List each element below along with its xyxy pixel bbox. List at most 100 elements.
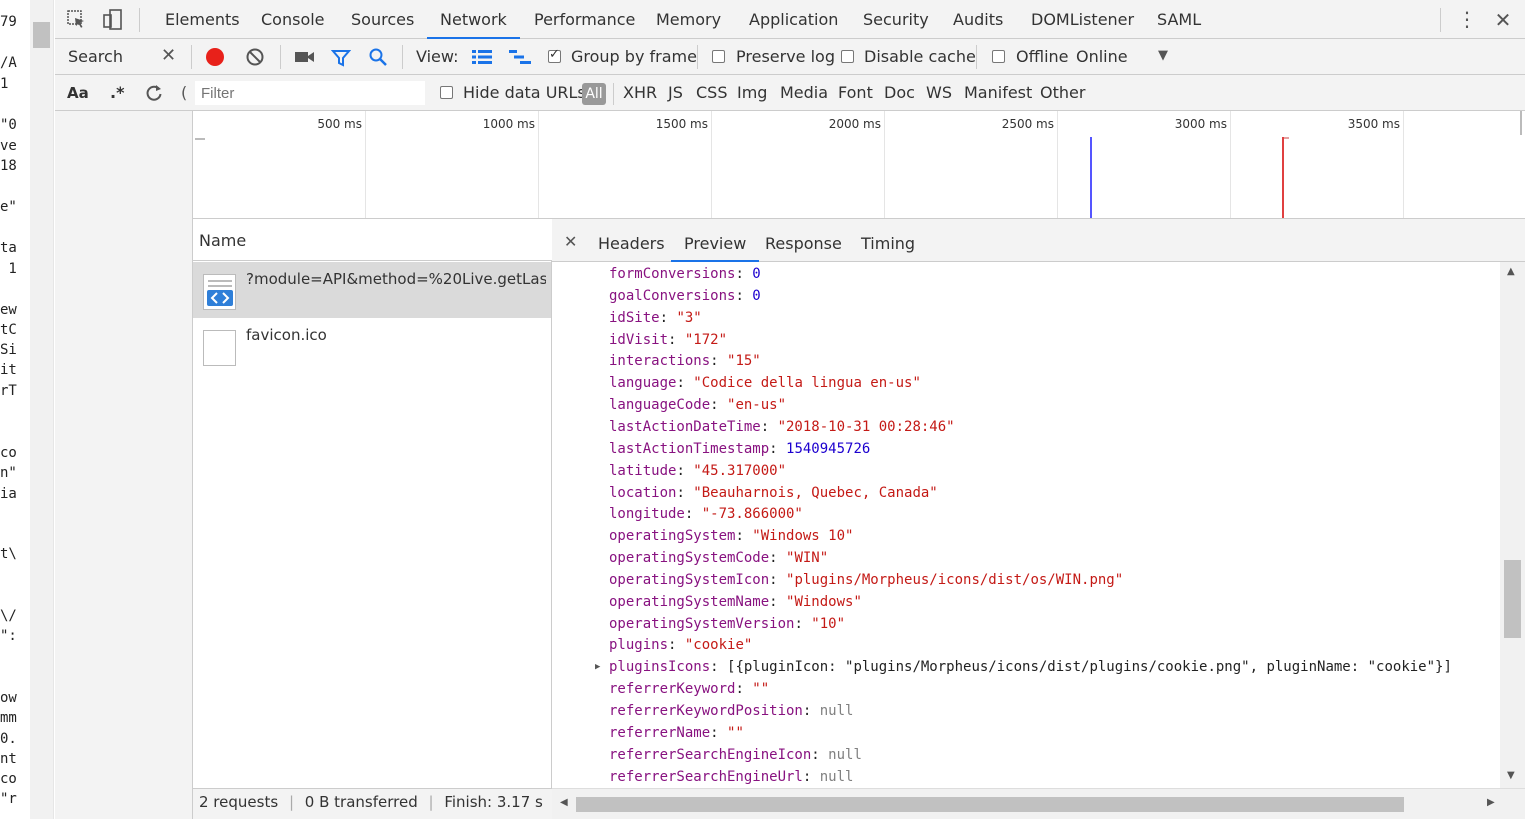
type-filter-css[interactable]: CSS xyxy=(696,75,727,111)
preserve-log-label: Preserve log xyxy=(736,47,835,66)
preview-vertical-scrollbar[interactable]: ▲ ▼ xyxy=(1500,262,1525,788)
scroll-up-icon[interactable]: ▲ xyxy=(1507,266,1515,277)
collapse-paren-icon: ( xyxy=(181,83,188,102)
type-filter-other[interactable]: Other xyxy=(1040,75,1085,111)
throttling-select[interactable]: Online xyxy=(1076,39,1128,75)
type-filter-manifest[interactable]: Manifest xyxy=(964,75,1032,111)
source-line-fragment: n" xyxy=(0,465,17,481)
preview-horizontal-scrollbar-thumb[interactable] xyxy=(576,797,1404,812)
regex-toggle[interactable]: .* xyxy=(110,75,124,111)
close-detail-icon[interactable]: ✕ xyxy=(564,232,577,251)
record-icon[interactable] xyxy=(206,48,224,66)
tab-preview[interactable]: Preview xyxy=(671,219,760,262)
name-column-header[interactable]: Name xyxy=(193,219,552,261)
timeline-overview[interactable]: 500 ms 1000 ms 1500 ms 2000 ms 2500 ms 3… xyxy=(193,111,1525,219)
disable-cache-checkbox[interactable] xyxy=(841,50,854,63)
json-key: latitude xyxy=(609,462,677,479)
hide-data-urls-checkbox[interactable] xyxy=(440,86,453,99)
device-toolbar-icon[interactable] xyxy=(103,9,123,31)
chevron-down-icon[interactable]: ▼ xyxy=(1158,48,1168,63)
close-devtools-icon[interactable]: ✕ xyxy=(1493,8,1513,32)
request-row[interactable]: ?module=API&method=%20Live.getLas... xyxy=(193,262,551,318)
clear-icon[interactable] xyxy=(245,47,265,71)
search-icon[interactable] xyxy=(368,47,388,71)
json-property[interactable]: ▶ pluginsIcons: [{pluginIcon: "plugins/Mo… xyxy=(595,656,1452,678)
tab-headers[interactable]: Headers xyxy=(598,219,665,262)
more-options-icon[interactable]: ⋮ xyxy=(1457,9,1477,30)
json-property: operatingSystem: "Windows 10" xyxy=(609,525,853,547)
tab-memory[interactable]: Memory xyxy=(656,0,721,39)
waterfall-overview-icon[interactable] xyxy=(509,49,531,69)
tab-audits[interactable]: Audits xyxy=(953,0,1003,39)
type-filter-all[interactable]: All xyxy=(582,83,606,105)
json-key: longitude xyxy=(609,506,685,523)
request-list: Name ?module=API&method=%20Live.getLas..… xyxy=(193,219,552,788)
overview-resize-handle[interactable] xyxy=(1520,111,1522,135)
scroll-right-icon[interactable]: ▶ xyxy=(1487,797,1495,808)
timeline-tick-label: 2500 ms xyxy=(1001,117,1054,131)
large-rows-icon[interactable] xyxy=(472,49,492,69)
screenshot-camera-icon[interactable] xyxy=(294,49,316,69)
json-property: lastActionTimestamp: 1540945726 xyxy=(609,438,870,460)
page-scrollbar-thumb[interactable] xyxy=(33,22,50,48)
page-scrollbar[interactable] xyxy=(30,0,54,819)
json-property: lastActionDateTime: "2018-10-31 00:28:46… xyxy=(609,416,955,438)
tab-application[interactable]: Application xyxy=(749,0,838,39)
timeline-gridline xyxy=(884,111,885,218)
source-line-fragment: ": xyxy=(0,628,17,644)
scroll-down-icon[interactable]: ▼ xyxy=(1507,770,1515,781)
group-by-frame-checkbox[interactable] xyxy=(548,47,561,63)
offline-checkbox[interactable] xyxy=(992,50,1005,63)
type-filter-ws[interactable]: WS xyxy=(926,75,952,111)
scroll-left-icon[interactable]: ◀ xyxy=(560,797,568,808)
expand-triangle-icon[interactable]: ▶ xyxy=(595,656,600,678)
tab-elements[interactable]: Elements xyxy=(165,0,240,39)
tab-security[interactable]: Security xyxy=(863,0,929,39)
type-filter-js[interactable]: JS xyxy=(668,75,683,111)
request-row[interactable]: favicon.ico xyxy=(193,318,551,374)
json-value: "2018-10-31 00:28:46" xyxy=(777,418,955,435)
json-property: operatingSystemCode: "WIN" xyxy=(609,547,828,569)
type-filter-img[interactable]: Img xyxy=(737,75,767,111)
request-bar-mini xyxy=(1284,137,1289,139)
tab-performance[interactable]: Performance xyxy=(534,0,635,39)
preview-vertical-scrollbar-thumb[interactable] xyxy=(1504,560,1521,638)
filter-input[interactable] xyxy=(195,81,425,105)
tab-console[interactable]: Console xyxy=(261,0,325,39)
response-preview[interactable]: formConversions: 0 goalConversions: 0 idSi… xyxy=(552,262,1500,788)
match-case-toggle[interactable]: Aa xyxy=(67,75,89,111)
preserve-log-checkbox[interactable] xyxy=(712,50,725,63)
json-property: referrerKeywordPosition: null xyxy=(609,700,853,722)
close-search-icon[interactable]: ✕ xyxy=(161,45,176,66)
tab-network[interactable]: Network xyxy=(427,0,520,39)
json-key: referrerKeyword xyxy=(609,681,736,698)
json-property: operatingSystemVersion: "10" xyxy=(609,613,845,635)
tab-response[interactable]: Response xyxy=(765,219,842,262)
request-name: ?module=API&method=%20Live.getLas... xyxy=(246,270,546,288)
type-filter-media[interactable]: Media xyxy=(780,75,828,111)
type-filter-font[interactable]: Font xyxy=(838,75,873,111)
source-line-fragment: co xyxy=(0,771,17,787)
tab-timing[interactable]: Timing xyxy=(861,219,915,262)
tab-sources[interactable]: Sources xyxy=(351,0,414,39)
preview-horizontal-scrollbar[interactable]: ◀ ▶ xyxy=(552,788,1525,819)
type-filter-xhr[interactable]: XHR xyxy=(623,75,657,111)
json-property: longitude: "-73.866000" xyxy=(609,503,803,525)
refresh-icon[interactable] xyxy=(144,83,164,107)
network-status-bar: 2 requests | 0 B transferred | Finish: 3… xyxy=(193,788,552,819)
json-property: idSite: "3" xyxy=(609,307,702,329)
filter-icon[interactable] xyxy=(330,48,352,72)
json-property: referrerSearchEngineIcon: null xyxy=(609,744,862,766)
json-key: operatingSystemVersion xyxy=(609,615,795,632)
inspect-element-icon[interactable] xyxy=(67,10,87,30)
json-property: referrerKeyword: "" xyxy=(609,678,769,700)
filter-divider xyxy=(613,83,614,105)
source-line-fragment: ow xyxy=(0,690,17,706)
tab-domlistener[interactable]: DOMListener xyxy=(1031,0,1134,39)
json-key: operatingSystemCode xyxy=(609,550,770,567)
json-colon: : xyxy=(659,309,677,326)
tab-saml[interactable]: SAML xyxy=(1157,0,1201,39)
type-filter-doc[interactable]: Doc xyxy=(884,75,915,111)
json-value: null xyxy=(828,746,862,763)
source-line-fragment: ia xyxy=(0,486,17,502)
